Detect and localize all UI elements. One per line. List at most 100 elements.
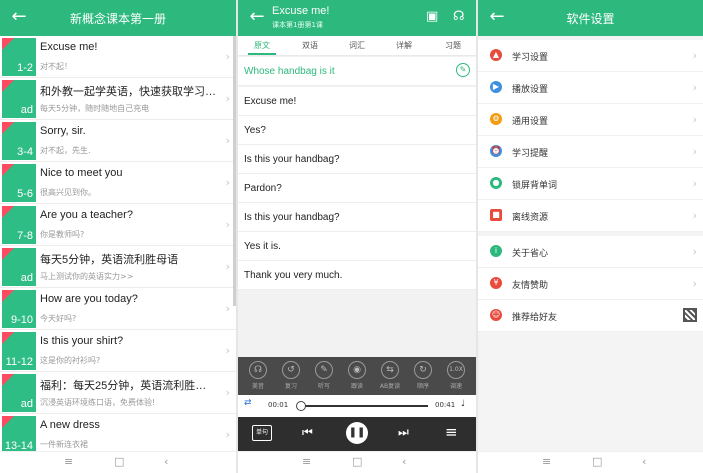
single-repeat-button[interactable]: 单句 <box>252 425 272 441</box>
lesson-title: Is this your shirt? <box>40 335 124 347</box>
playlist-menu-icon[interactable]: ≡ <box>445 423 458 441</box>
new-corner-badge <box>2 122 14 134</box>
text-line[interactable]: Thank you very much. <box>238 261 476 290</box>
lesson-title: Sorry, sir. <box>40 125 86 137</box>
settings-item-study[interactable]: ▲ 学习设置 › <box>478 40 703 72</box>
lesson-subtitle: 一件新连衣裙 <box>40 440 88 449</box>
back-nav-icon[interactable]: ‹ <box>642 455 646 468</box>
home-icon[interactable]: □ <box>114 455 124 468</box>
lesson-thumbnail: ad <box>2 374 36 412</box>
graduation-cap-icon: ▲ <box>490 49 502 61</box>
text-line[interactable]: Is this your handbag? <box>238 145 476 174</box>
settings-item-share[interactable]: ☺ 推荐给好友 <box>478 300 703 332</box>
lesson-thumbnail: 9-10 <box>2 290 36 328</box>
home-icon[interactable]: □ <box>592 455 602 468</box>
lesson-thumbnail: ad <box>2 80 36 118</box>
previous-icon[interactable]: ⏮ <box>302 425 313 440</box>
settings-item-lockscreen[interactable]: ● 锁屏背单词 › <box>478 168 703 200</box>
lesson-thumbnail: 13-14 <box>2 416 36 454</box>
headphones-icon[interactable]: ☊ <box>453 9 465 24</box>
menu-icon[interactable]: ≡ <box>302 455 311 468</box>
new-corner-badge <box>2 374 14 386</box>
list-item[interactable]: 1-2 Excuse me! 对不起！ › <box>0 36 236 78</box>
playback-controls: 单句 ⏮ ❚❚ ⏭ ≡ <box>238 417 476 452</box>
lesson-subtitle: 每天5分钟，随时随地自己充电 <box>40 104 150 113</box>
menu-icon[interactable]: ≡ <box>542 455 551 468</box>
text-line[interactable]: Pardon? <box>238 174 476 203</box>
chevron-right-icon: › <box>692 277 697 290</box>
chevron-right-icon: › <box>225 134 230 147</box>
follow-read-button[interactable]: ◉ 跟读 <box>345 361 369 390</box>
list-item[interactable]: ad 和外教一起学英语，快速获取学习的… 每天5分钟，随时随地自己充电 › <box>0 78 236 120</box>
ab-repeat-button[interactable]: ⇆ AB复读 <box>378 361 402 390</box>
tv-icon[interactable]: ▣ <box>426 9 438 24</box>
accent-button[interactable]: ☊ 美音 <box>246 361 270 390</box>
list-item[interactable]: 3-4 Sorry, sir. 对不起，先生. › <box>0 120 236 162</box>
speed-value: 1.0X <box>447 361 465 379</box>
order-icon: ↻ <box>414 361 432 379</box>
lesson-thumbnail: 7-8 <box>2 206 36 244</box>
order-button[interactable]: ↻ 顺序 <box>411 361 435 390</box>
lesson-title: 和外教一起学英语，快速获取学习的… <box>40 86 216 98</box>
tab-bilingual[interactable]: 双语 <box>295 40 325 51</box>
review-button[interactable]: ↺ 复习 <box>279 361 303 390</box>
text-line[interactable]: Is this your handbag? <box>238 203 476 232</box>
tab-exercises[interactable]: 习题 <box>438 40 468 51</box>
back-arrow-icon[interactable]: ← <box>246 6 268 28</box>
list-item[interactable]: ad 每天5分钟，英语流利胜母语 马上测试你的英语实力>> › <box>0 246 236 288</box>
active-tab-indicator <box>248 53 276 55</box>
text-line[interactable]: Yes? <box>238 116 476 145</box>
settings-item-general[interactable]: ⚙ 通用设置 › <box>478 104 703 136</box>
next-icon[interactable]: ⏭ <box>398 425 409 440</box>
progress-knob[interactable] <box>296 401 306 411</box>
pause-button[interactable]: ❚❚ <box>346 422 368 444</box>
list-item[interactable]: 7-8 Are you a teacher? 你是教师吗? › <box>0 204 236 246</box>
tab-vocabulary[interactable]: 词汇 <box>342 40 372 51</box>
system-nav-bar: ≡ □ ‹ <box>0 451 236 473</box>
new-corner-badge <box>2 80 14 92</box>
text-line[interactable]: Whose handbag is it ✎ <box>238 57 476 86</box>
chevron-right-icon: › <box>225 176 230 189</box>
alarm-icon: ⏰ <box>490 145 502 157</box>
dictation-button[interactable]: ✎ 听写 <box>312 361 336 390</box>
time-total: 00:41 <box>435 401 456 409</box>
player-tools: ☊ 美音 ↺ 复习 ✎ 听写 ◉ 跟读 ⇆ AB复读 ↻ 顺序 1.0X 调速 <box>238 357 476 395</box>
settings-item-playback[interactable]: ▶ 播放设置 › <box>478 72 703 104</box>
lesson-title: Excuse me! <box>40 41 98 53</box>
chevron-right-icon: › <box>692 113 697 126</box>
home-icon[interactable]: □ <box>352 455 362 468</box>
settings-item-about[interactable]: i 关于省心 › <box>478 236 703 268</box>
list-item[interactable]: 5-6 Nice to meet you 很高兴见到你。 › <box>0 162 236 204</box>
qr-code-icon[interactable] <box>683 308 697 322</box>
menu-icon[interactable]: ≡ <box>64 455 73 468</box>
system-nav-bar: ≡ □ ‹ <box>478 451 703 473</box>
text-line[interactable]: Yes it is. <box>238 232 476 261</box>
lesson-title: Excuse me! <box>272 5 330 17</box>
list-item[interactable]: ad 福利：每天25分钟，英语流利胜母语.👄 沉浸英语环境练口语，免费体验! › <box>0 372 236 414</box>
settings-item-reminder[interactable]: ⏰ 学习提醒 › <box>478 136 703 168</box>
time-current: 00:01 <box>268 401 289 409</box>
back-nav-icon[interactable]: ‹ <box>402 455 406 468</box>
top-bar: ← 新概念课本第一册 <box>0 0 236 36</box>
translate-icon[interactable]: ⇄ <box>244 398 252 408</box>
list-item[interactable]: 11-12 Is this your shirt? 这是你的衬衫吗? › <box>0 330 236 372</box>
list-item[interactable]: 13-14 A new dress 一件新连衣裙 › <box>0 414 236 456</box>
chevron-right-icon: › <box>225 92 230 105</box>
text-line[interactable]: Excuse me! <box>238 87 476 116</box>
edit-note-icon[interactable]: ✎ <box>456 63 470 77</box>
gear-icon: ⚙ <box>490 113 502 125</box>
settings-item-sponsor[interactable]: ¥ 友情赞助 › <box>478 268 703 300</box>
tab-original[interactable]: 原文 <box>247 40 277 51</box>
lesson-title: Are you a teacher? <box>40 209 133 221</box>
tab-explanation[interactable]: 详解 <box>389 40 419 51</box>
speed-button[interactable]: 1.0X 调速 <box>444 361 468 390</box>
new-corner-badge <box>2 290 14 302</box>
chevron-right-icon: › <box>692 245 697 258</box>
progress-track[interactable] <box>300 405 428 407</box>
settings-item-offline[interactable]: ■ 离线资源 › <box>478 200 703 232</box>
volume-icon[interactable]: ♩ <box>461 399 465 409</box>
back-nav-icon[interactable]: ‹ <box>164 455 168 468</box>
chevron-right-icon: › <box>692 81 697 94</box>
list-item[interactable]: 9-10 How are you today? 今天好吗? › <box>0 288 236 330</box>
lesson-thumbnail: 5-6 <box>2 164 36 202</box>
